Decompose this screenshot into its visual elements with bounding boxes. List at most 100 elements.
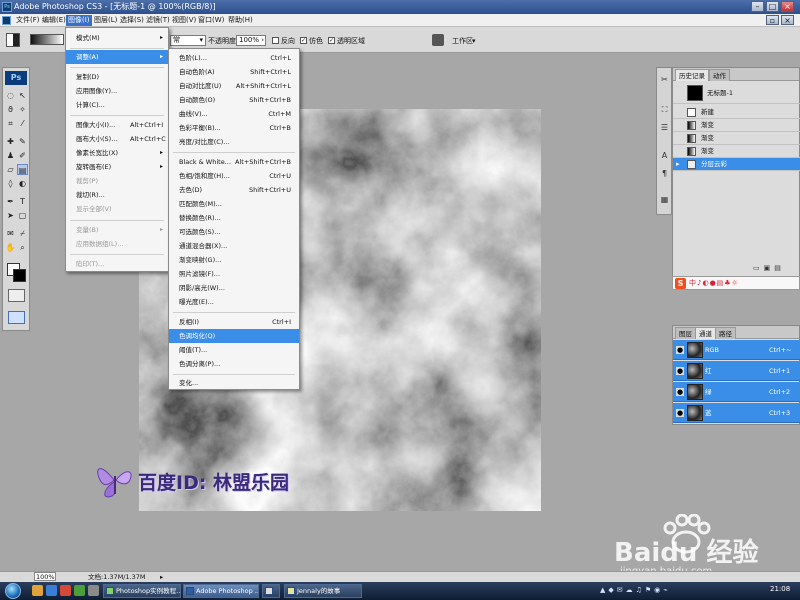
app-icon[interactable] (74, 585, 85, 596)
channel-row-green[interactable]: ● 绿 Ctrl+2 (673, 382, 800, 402)
media-icon[interactable] (60, 585, 71, 596)
doc-close-button[interactable]: × (781, 15, 794, 25)
menu-item-trap[interactable]: 陷印(T)... (66, 257, 168, 271)
tools-icon[interactable]: ✂ (659, 74, 670, 85)
menu-item-curves[interactable]: 曲线(V)... Ctrl+M (169, 107, 299, 121)
quick-mask-icon[interactable] (8, 289, 25, 302)
type-icon[interactable]: T (17, 196, 28, 207)
clone-stamp-icon[interactable]: ♟ (5, 150, 16, 161)
menu-item-duplicate[interactable]: 复制(D) (66, 70, 168, 84)
menu-view[interactable]: 视图(V) (170, 15, 198, 26)
menu-item-photo-filter[interactable]: 照片滤镜(F)... (169, 267, 299, 281)
minimize-button[interactable]: – (751, 1, 764, 12)
menu-item-gradient-map[interactable]: 渐变映射(G)... (169, 253, 299, 267)
history-step[interactable]: 渐变 (673, 132, 800, 145)
menu-item-channel-mixer[interactable]: 通道混合器(X)... (169, 239, 299, 253)
tab-paths[interactable]: 路径 (715, 327, 736, 339)
zoom-icon[interactable]: ⌕ (17, 242, 28, 253)
menu-item-threshold[interactable]: 阈值(T)... (169, 343, 299, 357)
menu-item-auto-contrast[interactable]: 自动对比度(U) Alt+Shift+Ctrl+L (169, 79, 299, 93)
menu-select[interactable]: 选择(S) (118, 15, 146, 26)
gradient-preview[interactable] (30, 34, 64, 45)
blur-icon[interactable]: ◊ (5, 178, 16, 189)
menu-item-black-white[interactable]: Black & White... Alt+Shift+Ctrl+B (169, 155, 299, 169)
menu-window[interactable]: 窗口(W) (196, 15, 226, 26)
maximize-button[interactable]: □ (766, 1, 779, 12)
menu-item-hue-saturation[interactable]: 色相/饱和度(H)... Ctrl+U (169, 169, 299, 183)
marquee-icon[interactable]: ◌ (5, 90, 16, 101)
ime-toolbar[interactable]: S 中♪◐●▤♣☼ (672, 276, 800, 290)
history-step[interactable]: 渐变 (673, 145, 800, 158)
history-step[interactable]: 渐变 (673, 119, 800, 132)
slice-icon[interactable]: ⁄ (17, 118, 28, 129)
eraser-icon[interactable]: ▱ (5, 164, 16, 175)
taskbar-button-browser[interactable]: Photoshop实例教程... (103, 584, 181, 598)
background-color-swatch[interactable] (13, 269, 26, 282)
channel-row-red[interactable]: ● 红 Ctrl+1 (673, 361, 800, 381)
tab-history[interactable]: 历史记录 (675, 69, 709, 81)
layer-comps-icon[interactable]: ▦ (659, 194, 670, 205)
menu-item-levels[interactable]: 色阶(L)... Ctrl+L (169, 51, 299, 65)
photoshop-menu-icon[interactable] (2, 16, 11, 25)
menu-item-mode[interactable]: 模式(M) ▸ (66, 31, 168, 45)
menu-item-brightness-contrast[interactable]: 亮度/对比度(C)... (169, 135, 299, 149)
menu-item-variables[interactable]: 变量(B) ▸ (66, 223, 168, 237)
menu-layer[interactable]: 图层(L) (92, 15, 119, 26)
gradient-tool-preset-icon[interactable] (6, 33, 20, 47)
browser-icon[interactable] (46, 585, 57, 596)
close-button[interactable]: × (781, 1, 794, 12)
menu-filter[interactable]: 滤镜(T) (144, 15, 172, 26)
hand-icon[interactable]: ✋ (5, 242, 16, 253)
path-select-icon[interactable]: ➤ (5, 210, 16, 221)
menu-item-shadow-highlight[interactable]: 阴影/高光(W)... (169, 281, 299, 295)
menu-image[interactable]: 图像(I) (66, 15, 92, 26)
desktop-icon[interactable] (88, 585, 99, 596)
menu-help[interactable]: 帮助(H) (226, 15, 255, 26)
tab-actions[interactable]: 动作 (709, 69, 730, 81)
menu-item-match-color[interactable]: 匹配颜色(M)... (169, 197, 299, 211)
menu-item-rotate-canvas[interactable]: 旋转画布(E) ▸ (66, 160, 168, 174)
doc-restore-button[interactable]: ▫ (766, 15, 779, 25)
menu-file[interactable]: 文件(F) (14, 15, 42, 26)
menu-item-exposure[interactable]: 曝光度(E)... (169, 295, 299, 309)
menu-item-apply-dataset[interactable]: 应用数据组(L)... (66, 237, 168, 251)
menu-item-apply-image[interactable]: 应用图像(Y)... (66, 84, 168, 98)
history-step-selected[interactable]: ▸ 分层云彩 (673, 158, 800, 171)
info-icon[interactable]: ☰ (659, 122, 670, 133)
taskbar-button-document[interactable]: Jennaly的故事 (284, 584, 362, 598)
eyedropper-icon[interactable]: ⌿ (17, 228, 28, 239)
chevron-right-icon[interactable]: ▸ (160, 572, 163, 582)
menu-item-auto-color[interactable]: 自动颜色(O) Shift+Ctrl+B (169, 93, 299, 107)
eye-icon[interactable]: ● (676, 388, 684, 396)
menu-item-auto-levels[interactable]: 自动色阶(A) Shift+Ctrl+L (169, 65, 299, 79)
history-step[interactable]: 新建 (673, 106, 800, 119)
dodge-icon[interactable]: ◐ (17, 178, 28, 189)
menu-item-canvas-size[interactable]: 画布大小(S)... Alt+Ctrl+C (66, 132, 168, 146)
menu-item-replace-color[interactable]: 替换颜色(R)... (169, 211, 299, 225)
character-icon[interactable]: A (659, 150, 670, 161)
channel-row-rgb[interactable]: ● RGB Ctrl+~ (673, 340, 800, 360)
menu-item-variations[interactable]: 变化... (169, 376, 299, 390)
eye-icon[interactable]: ● (676, 409, 684, 417)
photoshop-logo[interactable]: Ps (5, 71, 27, 85)
menu-item-trim[interactable]: 裁切(R)... (66, 188, 168, 202)
reverse-checkbox[interactable] (272, 37, 279, 44)
ime-tool-icons[interactable]: 中♪◐●▤♣☼ (689, 278, 739, 288)
move-icon[interactable]: ↖ (17, 90, 28, 101)
lasso-icon[interactable]: ϑ (5, 104, 16, 115)
paragraph-icon[interactable]: ¶ (659, 168, 670, 179)
menu-item-color-balance[interactable]: 色彩平衡(B)... Ctrl+B (169, 121, 299, 135)
healing-brush-icon[interactable]: ✚ (5, 136, 16, 147)
menu-item-reveal-all[interactable]: 显示全部(V) (66, 202, 168, 216)
history-snapshot[interactable]: 无标题-1 (673, 82, 800, 104)
eye-icon[interactable]: ● (676, 346, 684, 354)
document-info[interactable]: 文档:1.37M/1.37M (88, 572, 146, 582)
gradient-icon[interactable]: ▤ (17, 164, 28, 175)
pen-icon[interactable]: ✒ (5, 196, 16, 207)
zoom-level[interactable]: 100% (34, 572, 56, 581)
magic-wand-icon[interactable]: ✧ (17, 104, 28, 115)
notes-icon[interactable]: ✉ (5, 228, 16, 239)
channel-row-blue[interactable]: ● 蓝 Ctrl+3 (673, 403, 800, 423)
menu-item-invert[interactable]: 反相(I) Ctrl+I (169, 315, 299, 329)
eye-icon[interactable]: ● (676, 367, 684, 375)
